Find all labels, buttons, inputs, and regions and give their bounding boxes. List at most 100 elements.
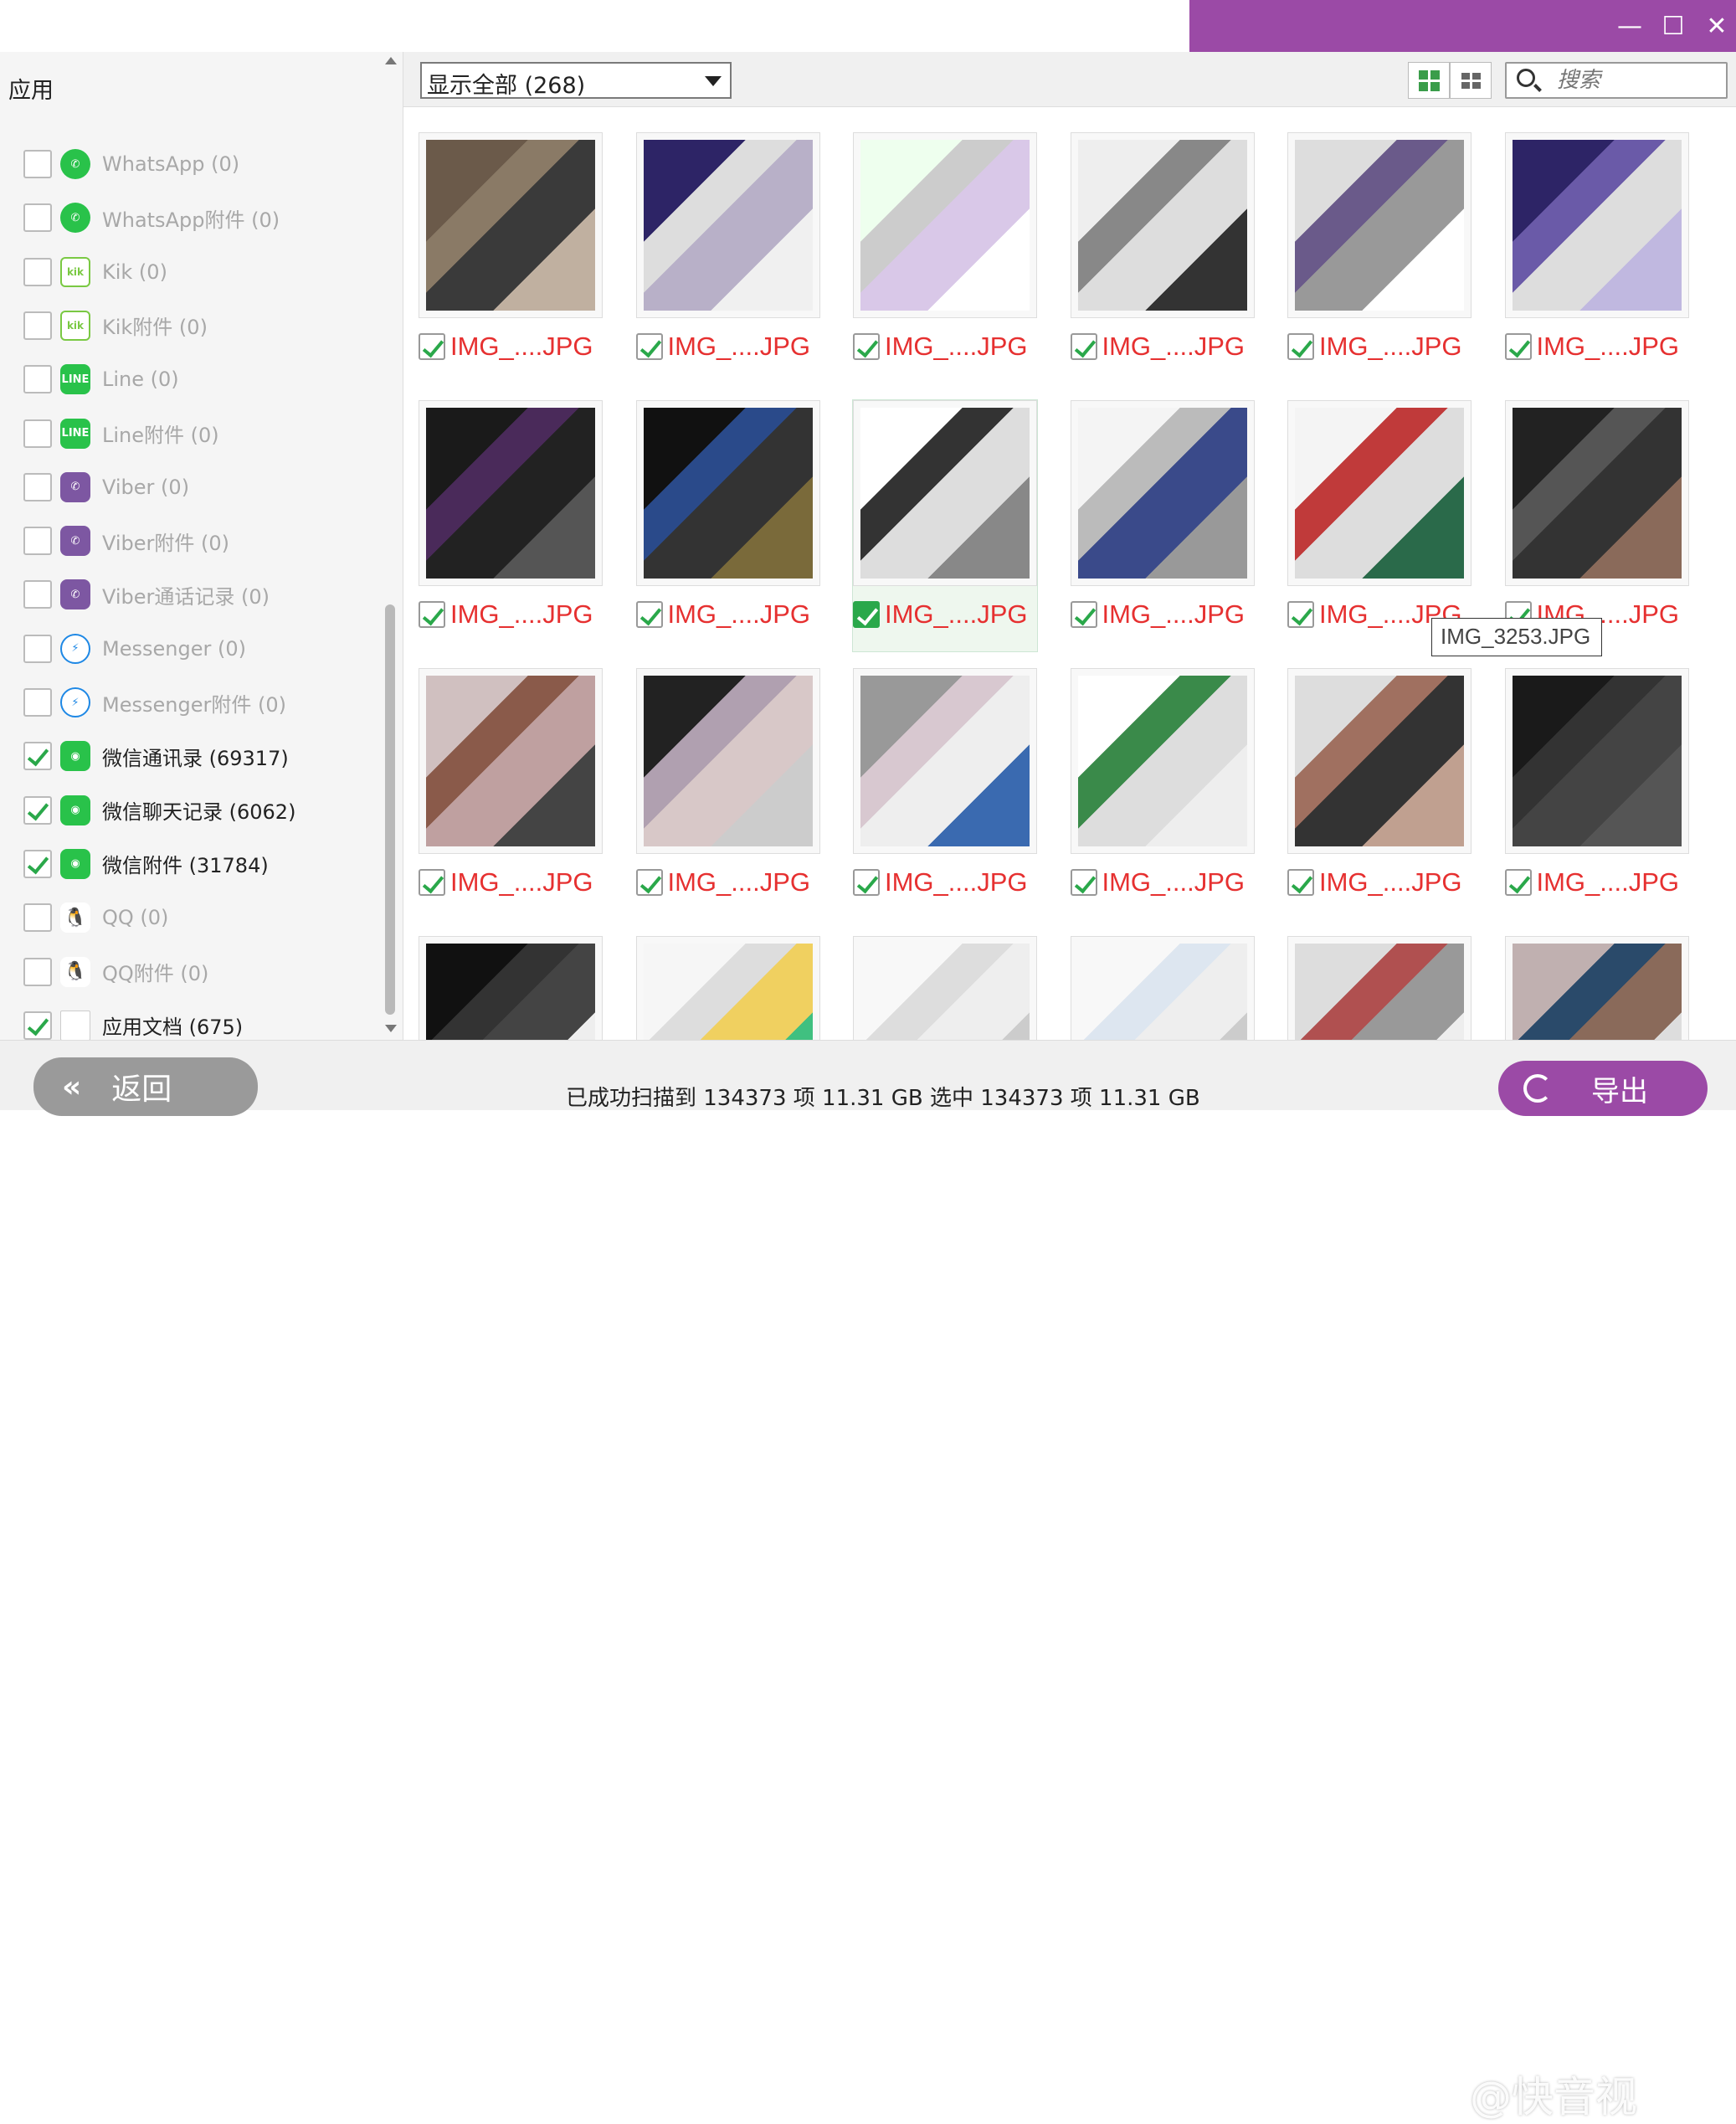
file-checkbox[interactable] [419, 601, 445, 628]
file-thumbnail[interactable] [1504, 132, 1689, 318]
file-checkbox[interactable] [1504, 333, 1532, 360]
file-thumbnail[interactable] [419, 668, 603, 854]
file-checkbox[interactable] [853, 601, 880, 628]
sidebar-item[interactable]: ◉ 微信聊天记录 (6062) [23, 789, 295, 832]
sidebar-item-checkbox[interactable] [23, 527, 52, 556]
file-thumbnail[interactable] [1504, 400, 1689, 586]
file-thumbnail[interactable] [1070, 400, 1255, 586]
sidebar-item[interactable]: ⚡ Messenger附件 (0) [23, 681, 286, 724]
scroll-up-icon[interactable] [385, 57, 397, 64]
sidebar-scrollbar[interactable] [380, 52, 402, 1040]
file-thumbnail[interactable] [1070, 668, 1255, 854]
file-thumbnail[interactable] [1504, 668, 1689, 854]
close-icon[interactable]: ✕ [1697, 7, 1736, 45]
file-checkbox[interactable] [1070, 601, 1097, 628]
file-checkbox[interactable] [635, 333, 663, 360]
sidebar-item-checkbox[interactable] [23, 472, 52, 501]
sidebar-item[interactable]: 🐧 QQ (0) [23, 896, 168, 939]
sidebar-item-checkbox[interactable] [23, 150, 52, 178]
file-checkbox[interactable] [1070, 869, 1097, 896]
file-thumbnail[interactable] [1287, 668, 1471, 854]
scroll-down-icon[interactable] [385, 1025, 397, 1032]
sidebar-item[interactable]: 🐧 QQ附件 (0) [23, 950, 208, 994]
file-tile[interactable]: IMG_....JPG [853, 668, 1037, 919]
file-thumbnail[interactable] [635, 132, 820, 318]
file-checkbox[interactable] [1287, 869, 1314, 896]
file-tile[interactable]: IMG_....JPG [1504, 668, 1689, 919]
file-checkbox[interactable] [1287, 333, 1314, 360]
sidebar-item-checkbox[interactable] [23, 1011, 52, 1040]
file-tile[interactable] [853, 936, 1037, 1040]
file-tile[interactable] [635, 936, 820, 1040]
file-tile[interactable]: IMG_....JPG [1504, 400, 1689, 651]
file-thumbnail[interactable] [1287, 400, 1471, 586]
file-thumbnail[interactable] [419, 400, 603, 586]
file-thumbnail[interactable] [635, 936, 820, 1040]
sidebar-item-checkbox[interactable] [23, 257, 52, 286]
file-tile[interactable] [419, 936, 603, 1040]
file-tile[interactable]: IMG_....JPG [1287, 132, 1471, 383]
sidebar-item-checkbox[interactable] [23, 688, 52, 717]
file-thumbnail[interactable] [419, 936, 603, 1040]
file-tile[interactable]: IMG_....JPG [419, 668, 603, 919]
sidebar-item[interactable]: ◉ 微信附件 (31784) [23, 842, 269, 886]
file-tile[interactable] [1070, 936, 1255, 1040]
file-tile[interactable]: IMG_....JPG [635, 400, 820, 651]
sidebar-item-checkbox[interactable] [23, 311, 52, 340]
sidebar-item-checkbox[interactable] [23, 419, 52, 448]
file-tile[interactable]: IMG_....JPG [853, 132, 1037, 383]
file-tile[interactable] [1287, 936, 1471, 1040]
sidebar-item[interactable]: ✆ WhatsApp附件 (0) [23, 196, 280, 239]
file-checkbox[interactable] [1287, 601, 1314, 628]
file-checkbox[interactable] [853, 869, 880, 896]
file-thumbnail[interactable] [853, 400, 1037, 586]
sidebar-item[interactable]: ✆ Viber通话记录 (0) [23, 573, 270, 616]
file-tile[interactable]: IMG_....JPG [635, 132, 820, 383]
scrollbar-thumb[interactable] [385, 604, 395, 1015]
file-thumbnail[interactable] [853, 668, 1037, 854]
file-checkbox[interactable] [1070, 333, 1097, 360]
file-tile[interactable]: IMG_....JPG [1287, 668, 1471, 919]
file-thumbnail[interactable] [1070, 132, 1255, 318]
file-thumbnail[interactable] [1070, 936, 1255, 1040]
sidebar-item[interactable]: ✆ Viber (0) [23, 465, 189, 509]
file-tile[interactable]: IMG_....JPG [852, 399, 1038, 652]
file-tile[interactable]: IMG_....JPG [1070, 400, 1255, 651]
sidebar-item[interactable]: LINE Line附件 (0) [23, 412, 219, 455]
file-checkbox[interactable] [419, 333, 445, 360]
sidebar-item[interactable]: ◉ 微信通讯录 (69317) [23, 734, 289, 778]
file-thumbnail[interactable] [853, 132, 1037, 318]
sidebar-item-checkbox[interactable] [23, 849, 52, 878]
file-thumbnail[interactable] [635, 400, 820, 586]
sidebar-item-checkbox[interactable] [23, 957, 52, 986]
file-checkbox[interactable] [419, 869, 445, 896]
sidebar-item-checkbox[interactable] [23, 634, 52, 663]
file-tile[interactable]: IMG_....JPG [635, 668, 820, 919]
file-tile[interactable] [1504, 936, 1689, 1040]
file-checkbox[interactable] [853, 333, 880, 360]
file-checkbox[interactable] [1504, 869, 1532, 896]
file-checkbox[interactable] [635, 869, 663, 896]
file-thumbnail[interactable] [1287, 132, 1471, 318]
sidebar-item-checkbox[interactable] [23, 203, 52, 233]
sidebar-item-checkbox[interactable] [23, 795, 52, 825]
maximize-icon[interactable]: ☐ [1654, 7, 1692, 45]
file-checkbox[interactable] [635, 601, 663, 628]
file-thumbnail[interactable] [1287, 936, 1471, 1040]
file-tile[interactable]: IMG_....JPG [1070, 132, 1255, 383]
export-button[interactable]: 导出 [1498, 1061, 1708, 1116]
sidebar-item-checkbox[interactable] [23, 365, 52, 394]
sidebar-item[interactable]: LINE Line (0) [23, 357, 179, 401]
minimize-icon[interactable]: — [1610, 7, 1649, 45]
file-tile[interactable]: IMG_....JPG [419, 400, 603, 651]
file-tile[interactable]: IMG_....JPG [1070, 668, 1255, 919]
sidebar-item[interactable]: kik Kik (0) [23, 250, 167, 294]
file-tile[interactable]: IMG_....JPG [1504, 132, 1689, 383]
back-button[interactable]: « 返回 [33, 1057, 258, 1116]
sidebar-item[interactable]: ✆ Viber附件 (0) [23, 519, 229, 563]
sidebar-item[interactable]: ⚡ Messenger (0) [23, 627, 246, 671]
file-tile[interactable]: IMG_....JPG [1287, 400, 1471, 651]
file-thumbnail[interactable] [1504, 936, 1689, 1040]
file-thumbnail[interactable] [853, 936, 1037, 1040]
sidebar-item[interactable]: ✆ WhatsApp (0) [23, 142, 239, 186]
